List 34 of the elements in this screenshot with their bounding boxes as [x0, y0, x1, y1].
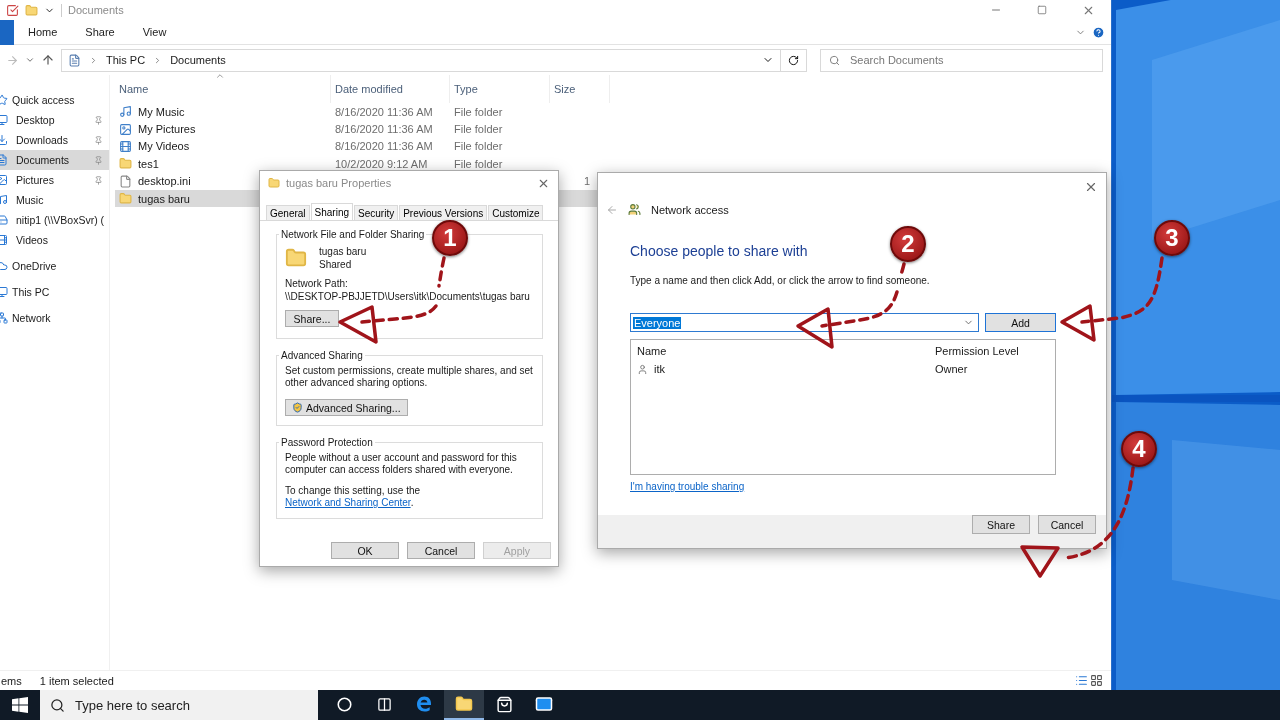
- permission-level: Owner: [934, 362, 969, 377]
- description: Set custom permissions, create multiple shares, and set other advanced sharing options.: [285, 365, 534, 389]
- window-title: Documents: [68, 4, 124, 16]
- date-modified: 8/16/2020 11:36 AM: [335, 105, 433, 118]
- share-state: Shared: [319, 259, 353, 270]
- group-label: Advanced Sharing: [280, 350, 364, 361]
- file-name: My Videos: [138, 140, 190, 153]
- dialog-title: Network access: [651, 203, 729, 216]
- file-name: tes1: [138, 157, 159, 170]
- change-setting-text: To change this setting, use the Network and Sharing Center.: [285, 485, 422, 509]
- dialog-heading: Choose people to share with: [630, 243, 808, 259]
- file-type: File folder: [454, 140, 503, 153]
- instruction: Type a name and then click Add, or click the arrow to find someone.: [630, 275, 930, 287]
- date-modified: 8/16/2020 11:36 AM: [335, 140, 433, 153]
- file-name: desktop.ini: [138, 175, 191, 188]
- file-type: File folder: [454, 157, 503, 170]
- file-type: File folder: [454, 123, 503, 136]
- date-modified: 10/2/2020 9:12 AM: [335, 157, 428, 170]
- file-type: File folder: [454, 105, 503, 118]
- status-text: 1 item selected: [39, 674, 114, 687]
- user-name: itk: [654, 363, 665, 375]
- path-label: Network Path:: [285, 278, 349, 289]
- file-name: My Pictures: [138, 123, 196, 136]
- file-name: tugas baru: [138, 192, 190, 205]
- status-text: ems: [1, 674, 22, 687]
- folder-name: tugas baru: [319, 246, 367, 257]
- group-label: Network File and Folder Sharing: [280, 229, 426, 240]
- description: People without a user account and password for this computer can access folders shared with everyone.: [285, 452, 518, 476]
- dialog-title: tugas baru Properties: [286, 177, 392, 189]
- network-path: \\DESKTOP-PBJJETD\Users\itk\Documents\tugas baru: [285, 291, 531, 302]
- file-size: 1: [583, 175, 590, 188]
- date-modified: 8/16/2020 11:36 AM: [335, 123, 433, 136]
- group-label: Password Protection: [280, 437, 374, 448]
- file-name: My Music: [138, 105, 185, 118]
